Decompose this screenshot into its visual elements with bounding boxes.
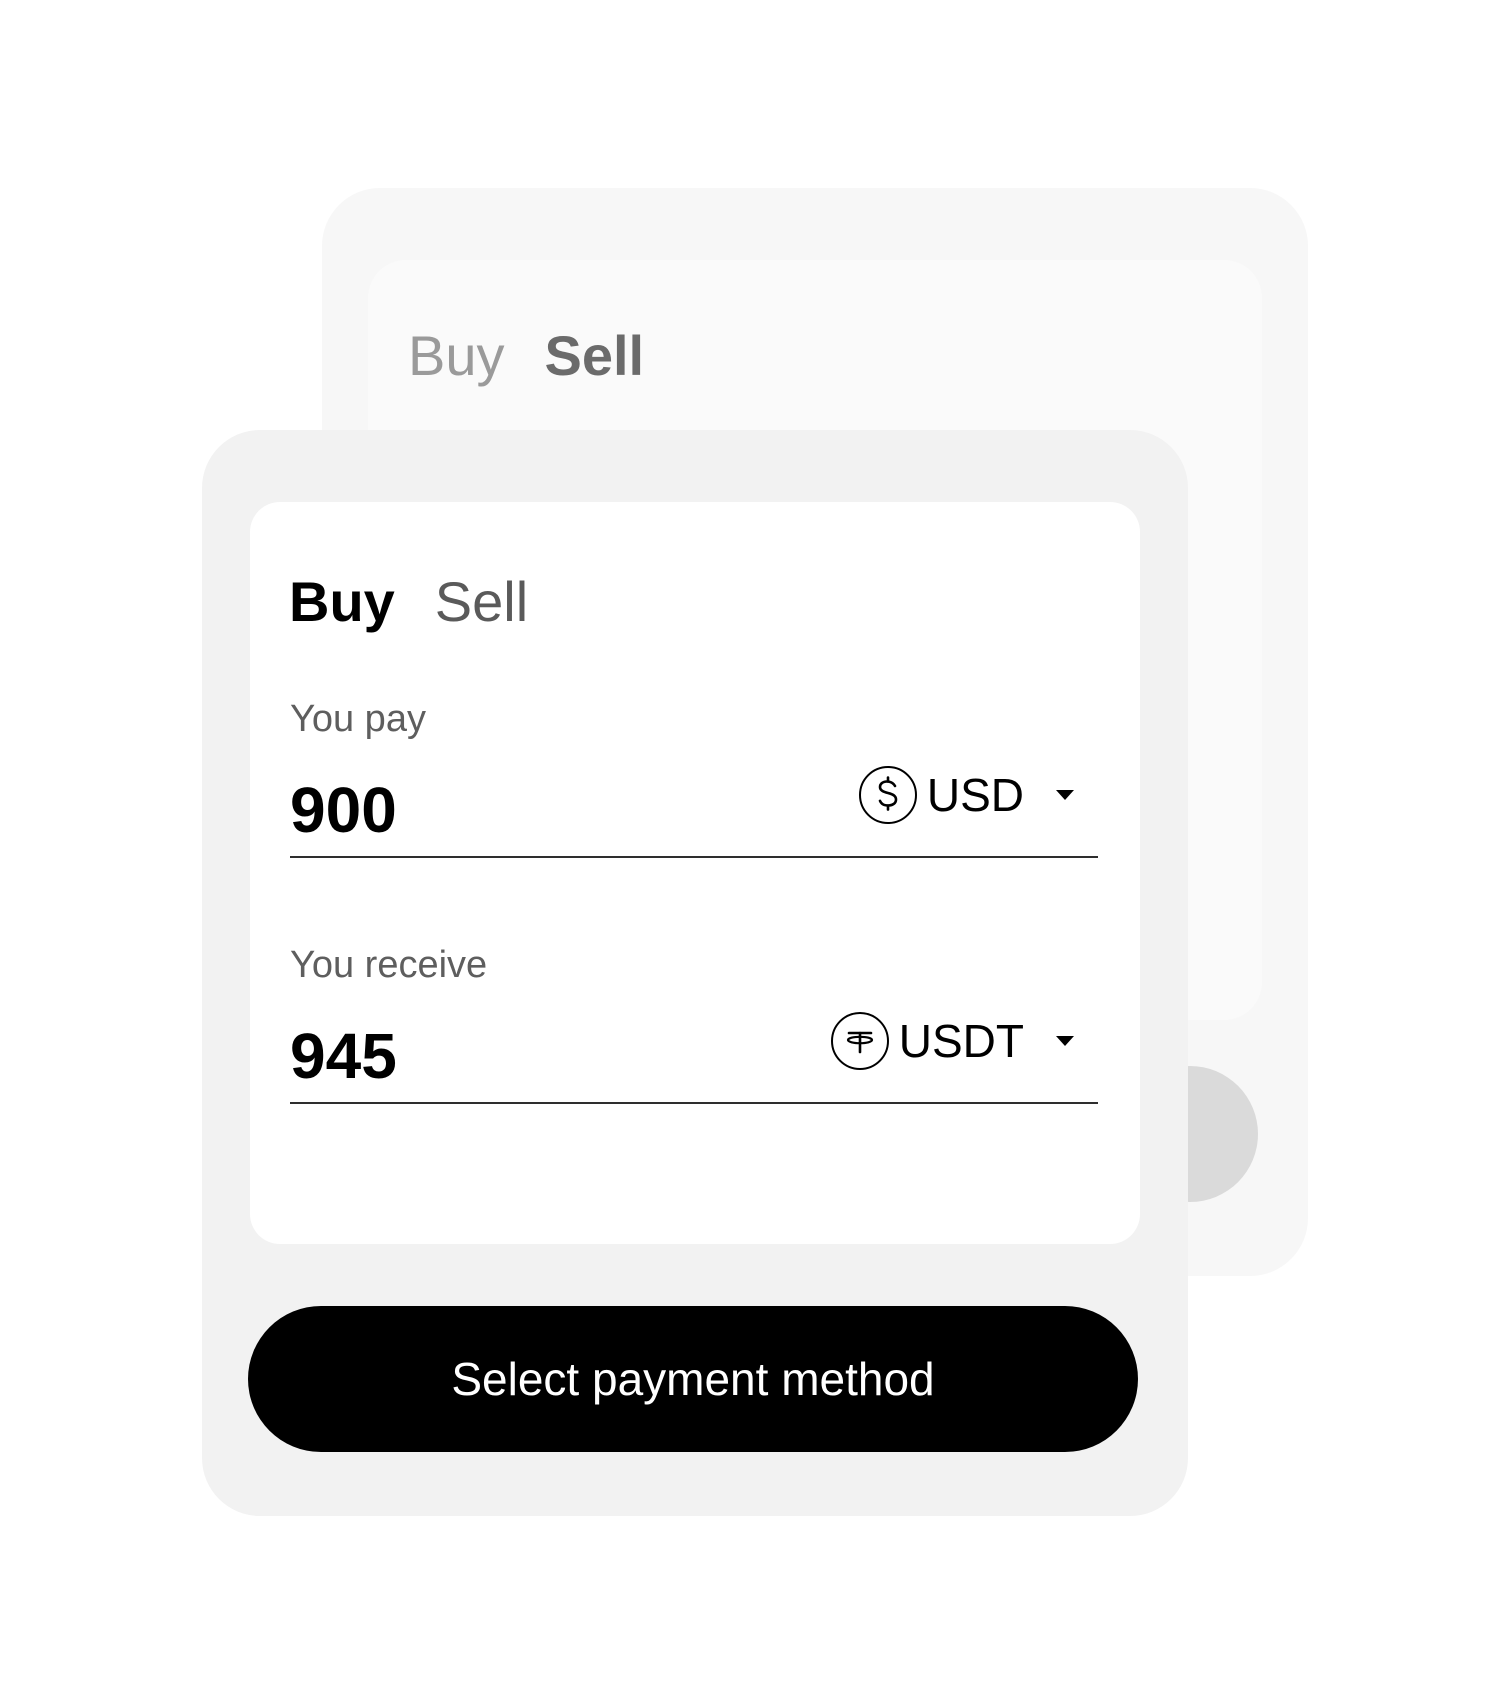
buy-form-panel: Buy Sell You pay 900 USD You receive 945… — [250, 502, 1140, 1244]
chevron-down-icon — [1056, 790, 1074, 800]
receive-row: 945 USDT — [290, 984, 1098, 1104]
receive-field: You receive 945 USDT — [290, 946, 1098, 1104]
select-payment-method-button[interactable]: Select payment method — [248, 1306, 1138, 1452]
pay-label: You pay — [290, 698, 426, 740]
pay-field: You pay 900 USD — [290, 700, 1098, 858]
tab-buy[interactable]: Buy — [289, 574, 395, 630]
pay-row: 900 USD — [290, 738, 1098, 858]
receive-label: You receive — [290, 944, 488, 986]
exchange-widget-illustration: Buy Sell Buy Sell You pay 900 USD You re… — [0, 0, 1500, 1696]
pay-currency-select[interactable]: USD — [858, 766, 1074, 824]
tether-coin-icon — [830, 1012, 889, 1070]
tab-sell[interactable]: Sell — [435, 574, 528, 630]
receive-amount-input[interactable]: 945 — [290, 1024, 710, 1088]
chevron-down-icon — [1056, 1036, 1074, 1046]
receive-currency-select[interactable]: USDT — [830, 1012, 1074, 1070]
trade-tabs: Buy Sell — [289, 574, 528, 630]
receive-currency-code: USDT — [898, 1015, 1024, 1067]
background-tab-sell: Sell — [544, 324, 645, 387]
dollar-coin-icon — [858, 766, 917, 824]
buy-card: Buy Sell You pay 900 USD You receive 945… — [202, 430, 1188, 1516]
background-tab-buy: Buy — [408, 324, 505, 387]
background-tabs: Buy Sell — [408, 328, 644, 384]
pay-currency-code: USD — [926, 769, 1024, 821]
pay-amount-input[interactable]: 900 — [290, 778, 710, 842]
